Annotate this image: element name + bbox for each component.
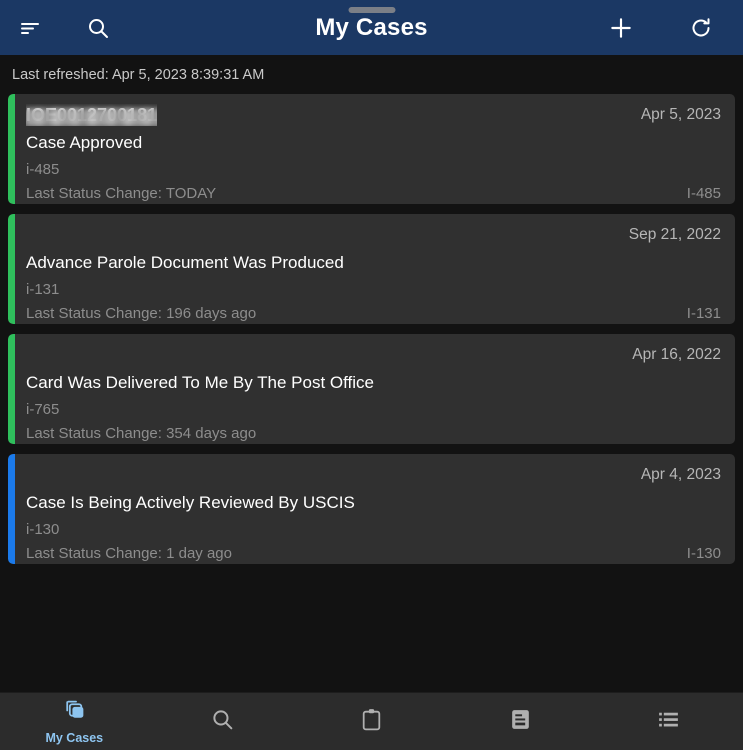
case-card-footer: Last Status Change: 1 day ago I-130	[26, 545, 721, 562]
bottom-navigation: My Cases	[0, 692, 743, 750]
case-card[interactable]: Apr 4, 2023 Case Is Being Actively Revie…	[8, 454, 735, 564]
case-card-header: Apr 16, 2022	[26, 344, 721, 366]
last-status-change: Last Status Change: 1 day ago	[26, 545, 232, 562]
nav-item-list[interactable]	[594, 693, 743, 750]
refresh-icon[interactable]	[681, 8, 721, 48]
nav-item-document[interactable]	[446, 693, 595, 750]
last-refreshed-label: Last refreshed: Apr 5, 2023 8:39:31 AM	[0, 55, 743, 94]
case-form-badge: I-130	[686, 545, 721, 562]
case-form-type: i-130	[26, 521, 60, 538]
case-card[interactable]: Sep 21, 2022 Advance Parole Document Was…	[8, 214, 735, 324]
case-list[interactable]: IOE0012700181 Apr 5, 2023 Case Approved …	[0, 94, 743, 692]
list-icon	[656, 707, 681, 737]
app-root: My Cases Last refreshed: Apr 5, 2023 8:3…	[0, 0, 743, 750]
case-card[interactable]: IOE0012700181 Apr 5, 2023 Case Approved …	[8, 94, 735, 204]
case-card-footer: Last Status Change: 354 days ago	[26, 425, 721, 442]
search-icon[interactable]	[78, 8, 118, 48]
redaction-overlay	[26, 108, 158, 126]
app-bar: My Cases	[0, 0, 743, 55]
clipboard-icon	[359, 707, 384, 737]
app-bar-left-actions	[0, 8, 118, 48]
cards-stack-icon	[62, 698, 87, 728]
case-status: Case Is Being Actively Reviewed By USCIS	[26, 493, 355, 512]
status-accent-bar	[8, 214, 15, 324]
nav-item-my-cases[interactable]: My Cases	[0, 693, 149, 750]
case-status: Advance Parole Document Was Produced	[26, 253, 344, 272]
status-accent-bar	[8, 454, 15, 564]
app-bar-right-actions	[601, 8, 743, 48]
case-date: Apr 5, 2023	[640, 106, 721, 123]
case-form-type: i-485	[26, 161, 60, 178]
case-status: Card Was Delivered To Me By The Post Off…	[26, 373, 375, 392]
status-accent-bar	[8, 94, 15, 204]
case-form-type: i-765	[26, 401, 60, 418]
plus-icon[interactable]	[601, 8, 641, 48]
sort-icon[interactable]	[10, 8, 50, 48]
drag-handle[interactable]	[348, 7, 395, 13]
nav-label-my-cases: My Cases	[45, 731, 104, 745]
case-form-type: i-131	[26, 281, 60, 298]
case-card-header: IOE0012700181 Apr 5, 2023	[26, 104, 721, 126]
case-date: Sep 21, 2022	[628, 226, 721, 243]
case-card[interactable]: Apr 16, 2022 Card Was Delivered To Me By…	[8, 334, 735, 444]
case-form-badge: I-131	[686, 305, 721, 322]
case-form-badge: I-485	[686, 185, 721, 202]
nav-item-clipboard[interactable]	[297, 693, 446, 750]
case-card-header: Apr 4, 2023	[26, 464, 721, 486]
case-date: Apr 16, 2022	[632, 346, 721, 363]
last-status-change: Last Status Change: 354 days ago	[26, 425, 257, 442]
status-accent-bar	[8, 334, 15, 444]
case-card-footer: Last Status Change: TODAY I-485	[26, 185, 721, 202]
last-status-change: Last Status Change: 196 days ago	[26, 305, 257, 322]
case-card-footer: Last Status Change: 196 days ago I-131	[26, 305, 721, 322]
case-date: Apr 4, 2023	[640, 466, 721, 483]
last-status-change: Last Status Change: TODAY	[26, 185, 217, 202]
nav-item-search[interactable]	[149, 693, 298, 750]
case-number: IOE0012700181	[26, 104, 158, 126]
search-icon	[210, 707, 235, 737]
document-icon	[508, 707, 533, 737]
case-card-header: Sep 21, 2022	[26, 224, 721, 246]
case-status: Case Approved	[26, 133, 143, 152]
